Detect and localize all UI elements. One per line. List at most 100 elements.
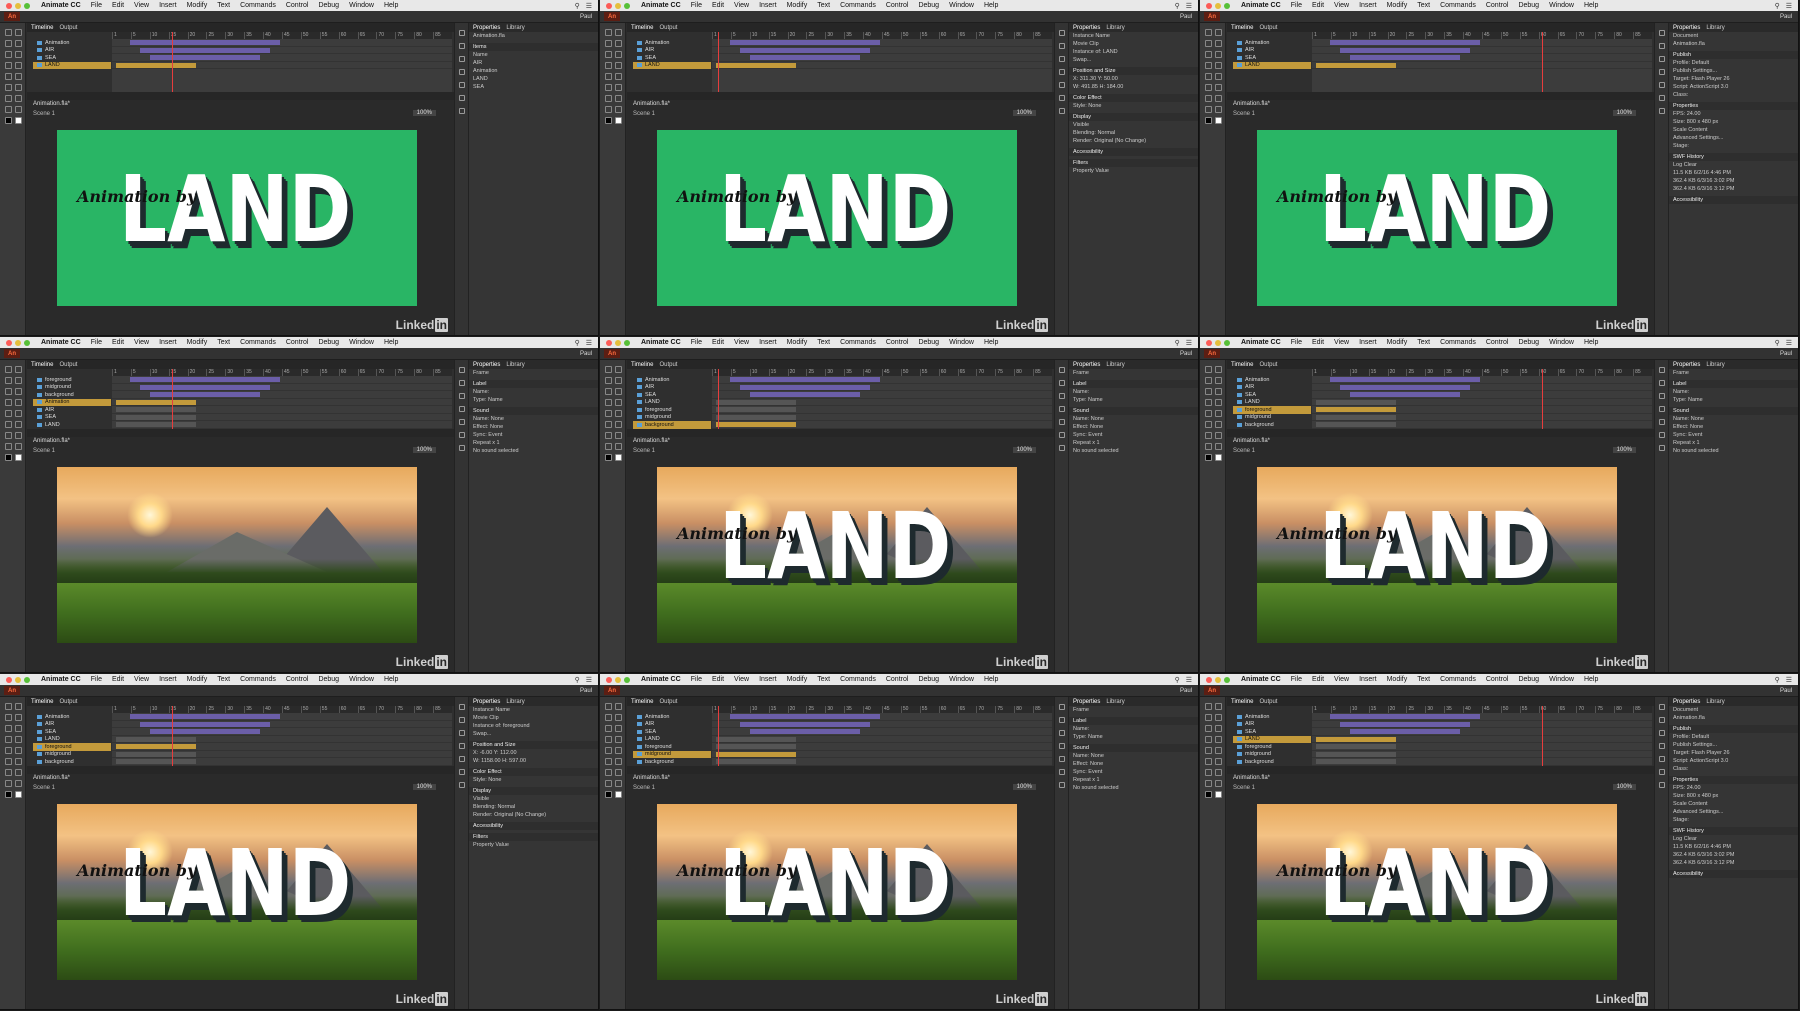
menu-view[interactable]: View [129, 339, 154, 346]
panel-row[interactable]: Style: None [1069, 102, 1198, 110]
eyedropper-tool-icon[interactable] [5, 432, 12, 439]
brush-tool-icon[interactable] [5, 84, 12, 91]
info-icon[interactable] [458, 56, 465, 62]
panel-row[interactable]: Property Value [1069, 167, 1198, 175]
menu-commands[interactable]: Commands [1435, 339, 1481, 346]
panel-row[interactable]: Name [469, 51, 598, 59]
swatches-icon[interactable] [458, 82, 465, 88]
workspace-switcher[interactable]: Paul [580, 14, 592, 20]
menu-modify[interactable]: Modify [782, 339, 813, 346]
components-icon[interactable] [1658, 782, 1665, 788]
panel-row[interactable]: Visible [1069, 121, 1198, 129]
line-tool-icon[interactable] [5, 62, 12, 69]
swatches-icon[interactable] [1058, 756, 1065, 762]
layer-row[interactable]: AIR [33, 721, 111, 729]
tab-library[interactable]: Library [506, 25, 524, 31]
menu-control[interactable]: Control [281, 339, 314, 346]
menu-commands[interactable]: Commands [235, 339, 281, 346]
frame-row[interactable] [112, 62, 452, 69]
rectangle-tool-icon[interactable] [615, 62, 622, 69]
fill-color-icon[interactable] [1215, 454, 1222, 461]
layer-row[interactable]: Animation [33, 713, 111, 721]
frame-row[interactable] [112, 751, 452, 758]
minimize-window-button[interactable] [615, 676, 621, 683]
swatches-icon[interactable] [1658, 419, 1665, 425]
transform-icon[interactable] [458, 406, 465, 412]
playhead[interactable] [1542, 369, 1543, 429]
menu-text[interactable]: Text [212, 676, 235, 683]
hand-tool-icon[interactable] [605, 443, 612, 450]
frame-row[interactable] [712, 728, 1052, 736]
swatches-icon[interactable] [1058, 82, 1065, 88]
panel-row[interactable]: Animation.fla [469, 32, 598, 40]
scene-label[interactable]: Scene 1 [1233, 111, 1255, 117]
menu-edit[interactable]: Edit [107, 339, 129, 346]
frame-row[interactable] [112, 399, 452, 406]
subselection-tool-icon[interactable] [615, 29, 622, 36]
menu-commands[interactable]: Commands [235, 676, 281, 683]
layer-row[interactable]: foreground [633, 406, 711, 414]
transform-icon[interactable] [1658, 69, 1665, 75]
panel-row[interactable]: Instance of: LAND [1069, 48, 1198, 56]
tab-properties[interactable]: Properties [1073, 25, 1100, 31]
menu-window[interactable]: Window [1544, 676, 1579, 683]
eyedropper-tool-icon[interactable] [605, 769, 612, 776]
frame-row[interactable] [1312, 751, 1652, 758]
layer-row[interactable]: Animation [1233, 376, 1311, 384]
pencil-tool-icon[interactable] [1215, 410, 1222, 417]
menu-help[interactable]: Help [979, 2, 1003, 9]
library-icon[interactable] [1058, 769, 1065, 775]
panel-row[interactable]: No sound selected [1069, 447, 1198, 455]
stage-canvas[interactable]: Animation by LAND [657, 467, 1017, 643]
scene-label[interactable]: Scene 1 [33, 448, 55, 454]
eyedropper-tool-icon[interactable] [5, 95, 12, 102]
menu-control[interactable]: Control [881, 676, 914, 683]
layer-row[interactable]: SEA [1233, 391, 1311, 399]
paint-bucket-tool-icon[interactable] [15, 421, 22, 428]
menu-help[interactable]: Help [379, 339, 403, 346]
zoom-tool-icon[interactable] [1215, 780, 1222, 787]
menu-debug[interactable]: Debug [913, 676, 944, 683]
eraser-tool-icon[interactable] [15, 95, 22, 102]
menu-help[interactable]: Help [1579, 2, 1603, 9]
tab-properties[interactable]: Properties [1073, 362, 1100, 368]
zoom-select[interactable]: 100% [412, 447, 436, 453]
menu-file[interactable]: File [86, 676, 107, 683]
frame-row[interactable] [112, 384, 452, 391]
layer-row[interactable]: Animation [633, 713, 711, 721]
swatches-icon[interactable] [1658, 82, 1665, 88]
search-icon[interactable]: ⚲ [1175, 676, 1180, 684]
search-icon[interactable]: ⚲ [575, 339, 580, 347]
panel-row[interactable]: Sync: Event [1069, 768, 1198, 776]
oval-tool-icon[interactable] [5, 73, 12, 80]
zoom-select[interactable]: 100% [1012, 110, 1036, 116]
panel-row[interactable]: Swap... [1069, 56, 1198, 64]
panel-row[interactable]: Log Clear [1669, 161, 1798, 169]
color-icon[interactable] [458, 380, 465, 386]
oval-tool-icon[interactable] [5, 747, 12, 754]
menu-insert[interactable]: Insert [154, 339, 182, 346]
tab-output[interactable]: Output [59, 699, 77, 705]
panel-row[interactable]: FPS: 24.00 [1669, 784, 1798, 792]
close-window-button[interactable] [1206, 676, 1212, 683]
menu-text[interactable]: Text [212, 339, 235, 346]
search-icon[interactable]: ⚲ [575, 676, 580, 684]
panel-row[interactable]: Target: Flash Player 26 [1669, 749, 1798, 757]
menu-edit[interactable]: Edit [1307, 676, 1329, 683]
text-tool-icon[interactable] [1215, 725, 1222, 732]
playhead[interactable] [172, 32, 173, 92]
rectangle-tool-icon[interactable] [15, 399, 22, 406]
layer-row[interactable]: LAND [633, 399, 711, 407]
frame-row[interactable] [1312, 54, 1652, 62]
transform-icon[interactable] [1658, 406, 1665, 412]
menu-debug[interactable]: Debug [1513, 2, 1544, 9]
layer-row[interactable]: SEA [633, 54, 711, 62]
selection-tool-icon[interactable] [1205, 703, 1212, 710]
tab-properties[interactable]: Properties [1073, 699, 1100, 705]
transform-icon[interactable] [1058, 743, 1065, 749]
align-icon[interactable] [1058, 30, 1065, 36]
frame-row[interactable] [712, 758, 1052, 766]
workspace-switcher[interactable]: Paul [580, 688, 592, 694]
frame-row[interactable] [112, 728, 452, 736]
panel-row[interactable]: Document [1669, 32, 1798, 40]
